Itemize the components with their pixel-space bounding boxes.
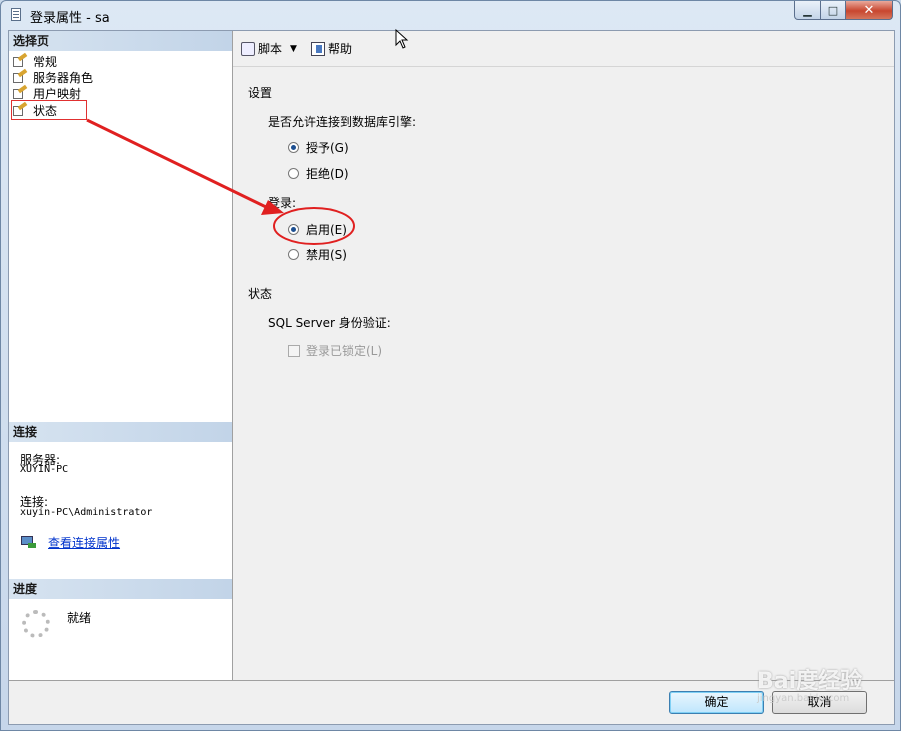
progress-spinner-icon — [22, 610, 50, 638]
ok-button[interactable]: 确定 — [669, 691, 764, 714]
settings-section-title: 设置 — [248, 86, 273, 100]
toolbar: 脚本 ▼ 帮助 — [233, 31, 894, 67]
radio-selected-icon — [288, 224, 299, 235]
nav-item-status[interactable]: 状态 — [11, 100, 87, 120]
chevron-down-icon[interactable]: ▼ — [290, 44, 297, 54]
minimize-button[interactable]: ▁ — [794, 1, 821, 20]
login-locked-checkbox[interactable]: 登录已锁定(L) — [288, 342, 382, 359]
page-icon — [13, 68, 28, 84]
dialog-client: 选择页 常规 服务器角色 用户映射 状态 连接 服务器: XUYIN-PC 连接… — [8, 30, 895, 725]
window-title: 登录属性 - sa — [30, 11, 110, 26]
grant-radio[interactable]: 授予(G) — [288, 139, 349, 156]
nav-item-user-mapping[interactable]: 用户映射 — [13, 84, 82, 101]
left-pane: 选择页 常规 服务器角色 用户映射 状态 连接 服务器: XUYIN-PC 连接… — [9, 31, 233, 680]
page-icon — [13, 52, 28, 68]
sql-auth-label: SQL Server 身份验证: — [268, 316, 391, 330]
maximize-icon: □ — [827, 3, 839, 17]
radio-selected-icon — [288, 142, 299, 153]
deny-label: 拒绝(D) — [306, 167, 349, 181]
nav-item-server-roles[interactable]: 服务器角色 — [13, 68, 94, 85]
page-icon — [13, 84, 28, 100]
maximize-button[interactable]: □ — [820, 1, 846, 20]
nav-item-label: 常规 — [33, 54, 58, 69]
document-icon — [11, 8, 21, 21]
login-label: 登录: — [268, 196, 297, 210]
script-icon — [241, 41, 255, 56]
minimize-icon: ▁ — [803, 3, 812, 17]
radio-unselected-icon — [288, 249, 299, 260]
deny-radio[interactable]: 拒绝(D) — [288, 165, 349, 182]
grant-label: 授予(G) — [306, 141, 349, 155]
connection-header: 连接 — [9, 422, 232, 442]
progress-header: 进度 — [9, 579, 232, 599]
locked-label: 登录已锁定(L) — [306, 344, 383, 358]
script-label: 脚本 — [258, 42, 283, 56]
nav-item-general[interactable]: 常规 — [13, 52, 58, 69]
permission-question: 是否允许连接到数据库引擎: — [268, 115, 417, 129]
disable-radio[interactable]: 禁用(S) — [288, 246, 347, 263]
radio-unselected-icon — [288, 168, 299, 179]
nav-item-label: 用户映射 — [33, 86, 82, 101]
server-value: XUYIN-PC — [20, 464, 69, 475]
disable-label: 禁用(S) — [306, 248, 347, 262]
enable-label: 启用(E) — [306, 223, 347, 237]
enable-radio[interactable]: 启用(E) — [288, 221, 347, 238]
connection-value: xuyin-PC\Administrator — [20, 507, 153, 518]
select-page-header: 选择页 — [9, 31, 232, 51]
help-label: 帮助 — [328, 42, 353, 56]
watermark-sub: jingyan.baidu.com — [757, 693, 850, 704]
help-button[interactable]: 帮助 — [311, 40, 352, 57]
checkbox-icon — [288, 344, 300, 357]
title-bar[interactable]: 登录属性 - sa ▁ □ ✕ — [1, 1, 900, 29]
right-pane: 脚本 ▼ 帮助 设置 是否允许连接到数据库引擎: 授予(G) 拒绝(D) 登录: — [233, 31, 894, 680]
watermark-main: Bai度经验 — [757, 669, 863, 694]
connection-icon — [21, 535, 36, 550]
view-connection-properties-link[interactable]: 查看连接属性 — [21, 534, 120, 551]
baidu-watermark: Bai度经验 jingyan.baidu.com — [757, 663, 862, 704]
close-button[interactable]: ✕ — [845, 1, 893, 20]
script-button[interactable]: 脚本 ▼ — [241, 40, 297, 57]
page-icon — [13, 101, 28, 117]
progress-status: 就绪 — [67, 611, 92, 625]
nav-item-label: 服务器角色 — [33, 70, 94, 85]
link-label: 查看连接属性 — [48, 536, 121, 550]
login-properties-window: 登录属性 - sa ▁ □ ✕ 选择页 常规 服务器角色 用户映射 状态 连接 … — [0, 0, 901, 731]
close-icon: ✕ — [863, 2, 875, 18]
help-icon — [311, 41, 325, 56]
status-section-title: 状态 — [248, 287, 273, 301]
